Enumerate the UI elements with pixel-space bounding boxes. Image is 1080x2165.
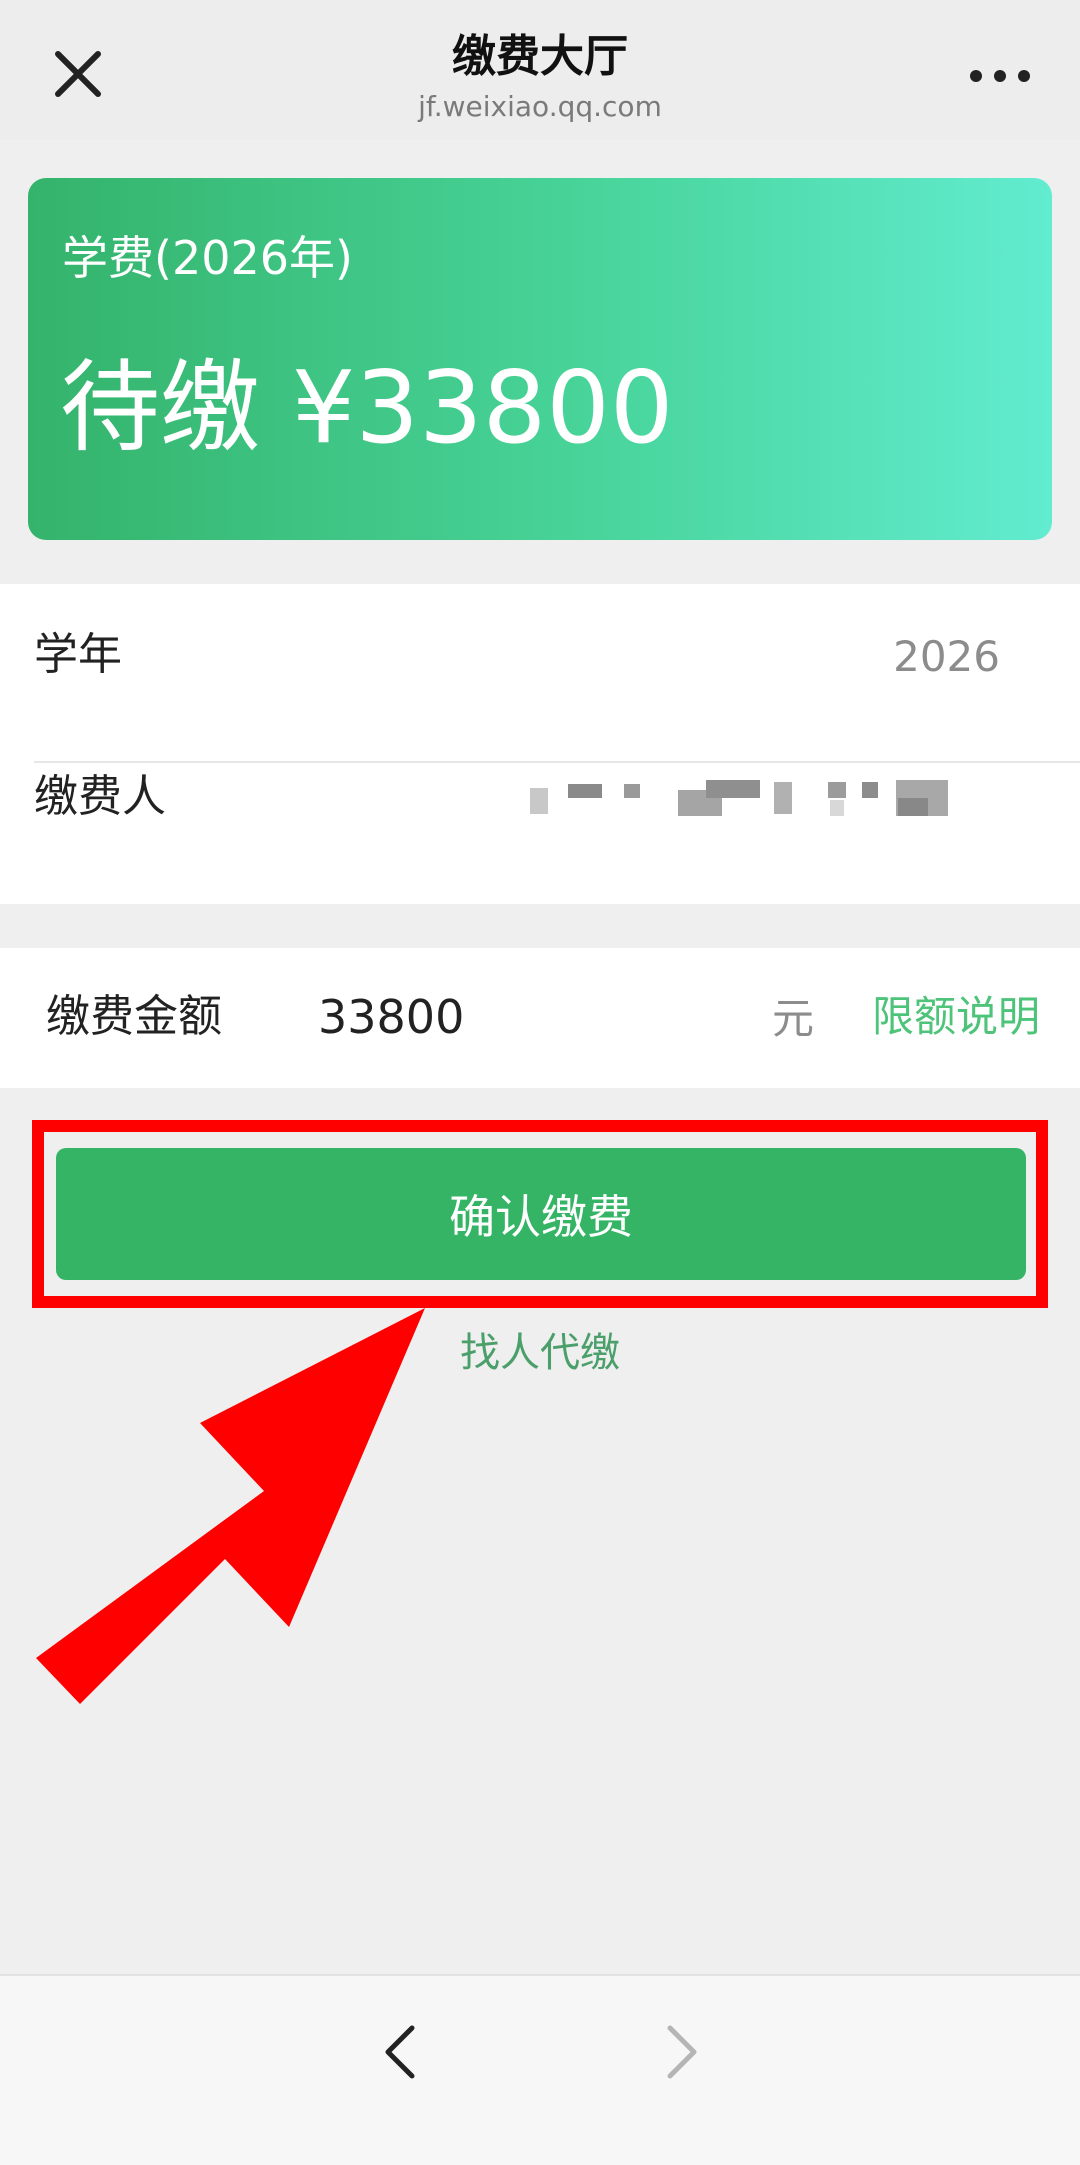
chevron-right-icon — [667, 2025, 697, 2079]
amount-unit: 元 — [772, 994, 815, 1043]
amount-input[interactable] — [318, 988, 738, 1046]
year-value: 2026 — [893, 632, 1000, 681]
bottom-navigation — [0, 1974, 1080, 2165]
info-row-year: 学年 2026 — [0, 584, 1080, 724]
amount-label: 缴费金额 — [46, 991, 222, 1042]
payment-amount-row: 缴费金额 元 限额说明 — [0, 948, 1080, 1088]
fee-info-list: 学年 2026 缴费人 — [0, 584, 1080, 904]
year-label: 学年 — [34, 629, 122, 680]
red-arrow-icon — [36, 1308, 425, 1704]
payer-label: 缴费人 — [34, 771, 166, 822]
more-button[interactable] — [962, 56, 1042, 96]
page-url: jf.weixiao.qq.com — [418, 90, 662, 123]
payer-value-blurred — [530, 776, 980, 818]
more-icon — [970, 70, 1030, 82]
forward-button[interactable] — [654, 2020, 710, 2084]
info-row-payer: 缴费人 — [0, 726, 1080, 866]
fee-summary-card: 学费(2026年) 待缴 ¥33800 — [28, 178, 1052, 540]
chevron-left-icon — [385, 2025, 415, 2079]
limit-explanation-link[interactable]: 限额说明 — [872, 990, 1040, 1044]
top-bar: 缴费大厅 jf.weixiao.qq.com — [0, 0, 1080, 140]
page-title: 缴费大厅 — [452, 31, 628, 82]
confirm-payment-button[interactable]: 确认缴费 — [56, 1148, 1026, 1280]
back-button[interactable] — [372, 2020, 428, 2084]
fee-pending-amount: 待缴 ¥33800 — [60, 349, 674, 466]
fee-card-title: 学费(2026年) — [62, 231, 353, 285]
